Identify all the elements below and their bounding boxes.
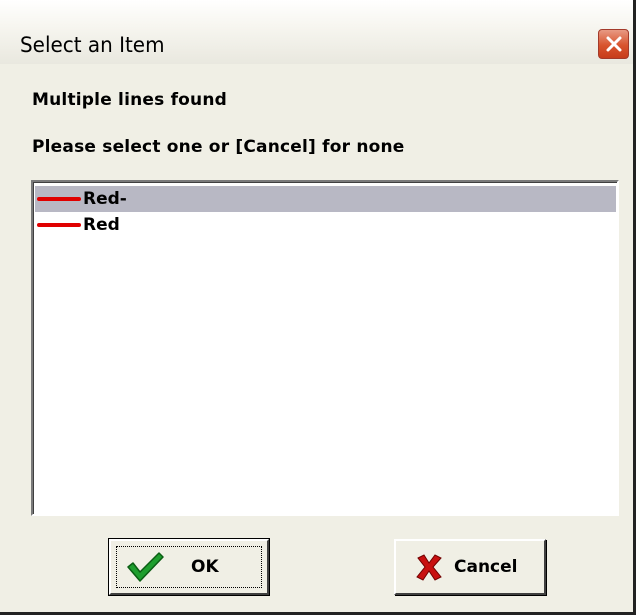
list-item-label: Red-: [83, 189, 127, 209]
checkmark-icon: [127, 552, 164, 582]
red-line-swatch-icon: [37, 197, 81, 201]
close-button[interactable]: [598, 29, 629, 59]
title-bar[interactable]: Select an Item: [0, 0, 633, 64]
window-title: Select an Item: [20, 33, 165, 57]
message-instruction: Please select one or [Cancel] for none: [32, 137, 405, 157]
select-item-dialog: Select an Item Multiple lines found Plea…: [0, 0, 636, 615]
list-item-red-dash[interactable]: Red-: [35, 186, 616, 212]
ok-label: OK: [191, 557, 219, 577]
cancel-label: Cancel: [454, 557, 518, 577]
message-multiple-lines: Multiple lines found: [32, 90, 228, 110]
list-item-label: Red: [83, 215, 120, 235]
red-line-swatch-icon: [37, 223, 81, 227]
close-x-icon: [606, 36, 621, 52]
ok-button[interactable]: OK: [108, 538, 270, 596]
line-listbox[interactable]: Red- Red: [31, 180, 619, 516]
list-item-red[interactable]: Red: [35, 212, 616, 238]
red-x-icon: [416, 554, 442, 581]
cancel-button[interactable]: Cancel: [394, 539, 546, 595]
